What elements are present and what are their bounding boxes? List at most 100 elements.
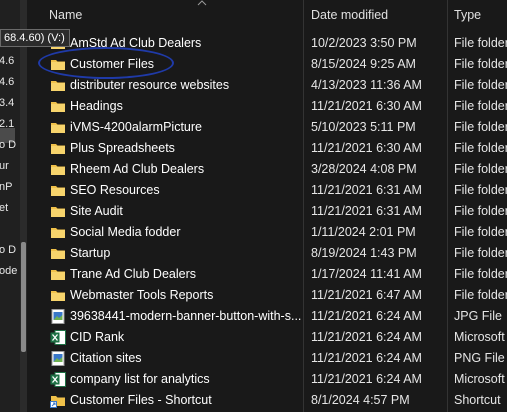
navigation-item[interactable]: o D [0, 139, 16, 151]
file-type: File folder [454, 36, 507, 50]
navigation-item[interactable]: ur [0, 160, 9, 172]
file-name: company list for analytics [70, 372, 210, 386]
navigation-item[interactable]: 3.4 [0, 97, 14, 109]
image-file-icon [50, 309, 66, 324]
file-row[interactable]: Customer Files - Shortcut 8/1/2024 4:57 P… [27, 390, 507, 411]
folder-icon [50, 204, 66, 219]
file-type: File folder [454, 99, 507, 113]
file-row[interactable]: iVMS-4200alarmPicture 5/10/2023 5:11 PM Fi… [27, 117, 507, 138]
column-header-type[interactable]: Type [454, 8, 481, 22]
file-name: iVMS-4200alarmPicture [70, 120, 202, 134]
navigation-pane[interactable]: 4.6 4.6 3.4 2.1 o D ur nP et o D ode [0, 0, 27, 412]
file-date-modified: 10/2/2023 3:50 PM [311, 36, 417, 50]
file-date-modified: 1/11/2024 2:01 PM [311, 225, 416, 239]
file-date-modified: 11/21/2021 6:30 AM [311, 99, 422, 113]
folder-icon [50, 99, 66, 114]
file-name: CID Rank [70, 330, 125, 344]
file-name: Trane Ad Club Dealers [70, 267, 196, 281]
folder-icon [50, 225, 66, 240]
file-date-modified: 8/15/2024 9:25 AM [311, 57, 416, 71]
file-name: Startup [70, 246, 111, 260]
folder-icon [50, 141, 66, 156]
file-type: File folder [454, 141, 507, 155]
file-type: Microsoft [454, 372, 505, 386]
file-name: Headings [70, 99, 123, 113]
file-type: File folder [454, 246, 507, 260]
folder-icon [50, 78, 66, 93]
file-name: Plus Spreadsheets [70, 141, 175, 155]
navigation-item[interactable]: et [0, 202, 8, 214]
file-name: SEO Resources [70, 183, 160, 197]
file-row[interactable]: Webmaster Tools Reports 11/21/2021 6:47 A… [27, 285, 507, 306]
file-name: Site Audit [70, 204, 123, 218]
file-date-modified: 3/28/2024 4:08 PM [311, 162, 417, 176]
file-type: File folder [454, 78, 507, 92]
file-date-modified: 4/13/2023 11:36 AM [311, 78, 422, 92]
folder-icon [50, 288, 66, 303]
file-name: Citation sites [70, 351, 142, 365]
file-date-modified: 1/17/2024 11:41 AM [311, 267, 422, 281]
navigation-item[interactable]: 2.1 [0, 118, 14, 130]
folder-icon [50, 267, 66, 282]
file-date-modified: 11/21/2021 6:24 AM [311, 330, 422, 344]
file-type: File folder [454, 204, 507, 218]
file-date-modified: 11/21/2021 6:24 AM [311, 351, 422, 365]
column-header-bar: Name Date modified Type [27, 0, 507, 412]
file-date-modified: 11/21/2021 6:24 AM [311, 372, 422, 386]
file-name: Social Media fodder [70, 225, 181, 239]
file-row[interactable]: SEO Resources 11/21/2021 6:31 AM File fold… [27, 180, 507, 201]
file-date-modified: 11/21/2021 6:31 AM [311, 183, 422, 197]
file-row[interactable]: Plus Spreadsheets 11/21/2021 6:30 AM File … [27, 138, 507, 159]
folder-icon [50, 246, 66, 261]
file-row[interactable]: Citation sites 11/21/2021 6:24 AM PNG File [27, 348, 507, 369]
file-row[interactable]: Social Media fodder 1/11/2024 2:01 PM File… [27, 222, 507, 243]
file-date-modified: 11/21/2021 6:47 AM [311, 288, 422, 302]
navigation-item[interactable]: ode [0, 265, 17, 277]
file-row[interactable]: Startup 8/19/2024 1:43 PM File folder [27, 243, 507, 264]
file-type: File folder [454, 162, 507, 176]
file-type: File folder [454, 267, 507, 281]
file-name: Rheem Ad Club Dealers [70, 162, 205, 176]
highlight-annotation-circle [38, 47, 174, 79]
column-header-date-modified[interactable]: Date modified [311, 8, 388, 22]
file-type: File folder [454, 183, 507, 197]
folder-icon [50, 120, 66, 135]
excel-file-icon [50, 330, 66, 345]
file-row[interactable]: Trane Ad Club Dealers 1/17/2024 11:41 AM F… [27, 264, 507, 285]
file-type: PNG File [454, 351, 505, 365]
drive-tooltip: 68.4.60) (V:) [0, 29, 70, 47]
file-name: Customer Files - Shortcut [70, 393, 212, 407]
file-type: File folder [454, 288, 507, 302]
excel-file-icon [50, 372, 66, 387]
folder-icon [50, 183, 66, 198]
navigation-scrollbar-thumb[interactable] [21, 242, 26, 352]
file-date-modified: 11/21/2021 6:30 AM [311, 141, 422, 155]
file-type: File folder [454, 57, 507, 71]
file-row[interactable]: company list for analytics 11/21/2021 6:2… [27, 369, 507, 390]
sort-up-icon [197, 0, 207, 6]
navigation-item[interactable]: 4.6 [0, 55, 14, 67]
file-row[interactable]: Headings 11/21/2021 6:30 AM File folder [27, 96, 507, 117]
file-name: 39638441-modern-banner-button-with-s... [70, 309, 302, 323]
file-type: Shortcut [454, 393, 501, 407]
file-row[interactable]: Site Audit 11/21/2021 6:31 AM File folder [27, 201, 507, 222]
file-row[interactable]: 39638441-modern-banner-button-with-s... 1… [27, 306, 507, 327]
image-file-icon [50, 351, 66, 366]
shortcut-icon [50, 393, 66, 408]
folder-icon [50, 162, 66, 177]
file-name: distributer resource websites [70, 78, 230, 92]
navigation-item[interactable]: nP [0, 181, 12, 193]
file-type: Microsoft [454, 330, 505, 344]
navigation-item[interactable]: 4.6 [0, 76, 14, 88]
file-row[interactable]: Rheem Ad Club Dealers 3/28/2024 4:08 PM Fi… [27, 159, 507, 180]
file-date-modified: 8/19/2024 1:43 PM [311, 246, 417, 260]
file-date-modified: 11/21/2021 6:24 AM [311, 309, 422, 323]
file-date-modified: 11/21/2021 6:31 AM [311, 204, 422, 218]
file-date-modified: 5/10/2023 5:11 PM [311, 120, 416, 134]
column-header-name[interactable]: Name [49, 8, 82, 22]
navigation-item[interactable]: o D [0, 244, 16, 256]
file-row[interactable]: CID Rank 11/21/2021 6:24 AM Microsoft [27, 327, 507, 348]
file-type: File folder [454, 120, 507, 134]
file-date-modified: 8/1/2024 4:57 PM [311, 393, 410, 407]
file-type: File folder [454, 225, 507, 239]
